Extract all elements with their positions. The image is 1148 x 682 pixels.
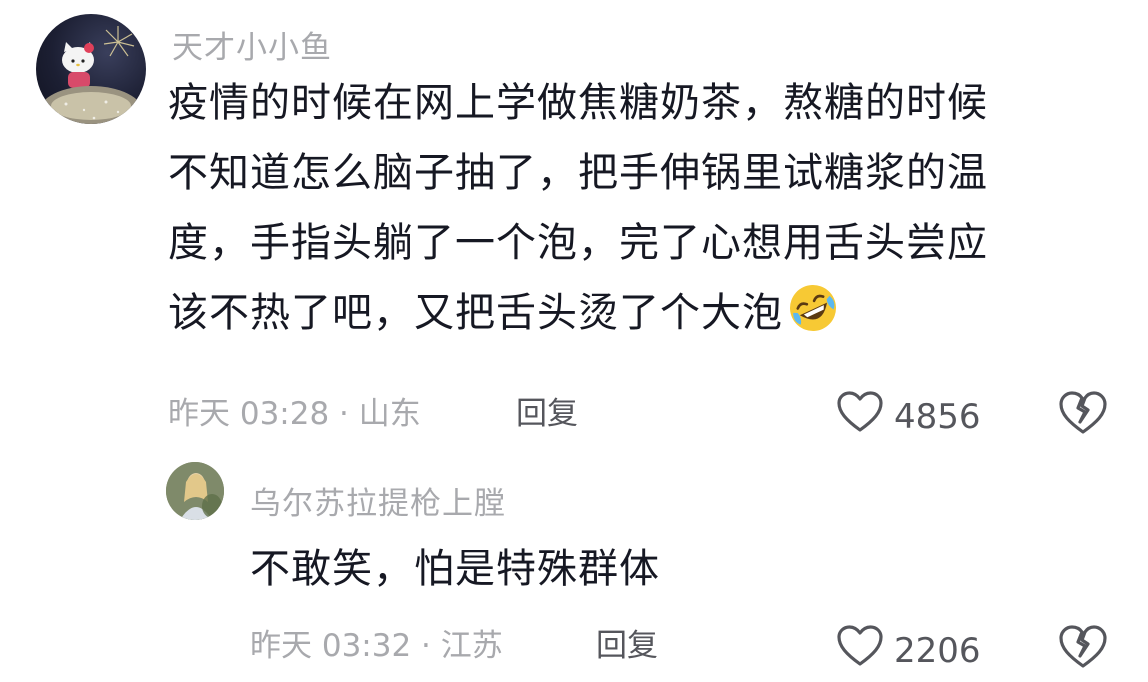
broken-heart-icon	[1058, 391, 1108, 440]
comment-line-text: 该不热了吧，又把舌头烫了个大泡	[168, 290, 783, 336]
commenter-username[interactable]: 天才小小鱼	[172, 22, 332, 67]
broken-heart-icon	[1058, 625, 1108, 674]
comment-timestamp-location: 昨天 03:28 · 山东	[168, 396, 421, 432]
comment-line: 不知道怎么脑子抽了，把手伸锅里试糖浆的温	[168, 150, 988, 196]
comment-like-button[interactable]: 4856	[836, 390, 981, 443]
like-count: 4856	[894, 396, 981, 437]
comment-line: 疫情的时候在网上学做焦糖奶茶，熬糖的时候	[168, 80, 988, 126]
reply-timestamp-location: 昨天 03:32 · 江苏	[250, 628, 503, 664]
comment-text: 疫情的时候在网上学做焦糖奶茶，熬糖的时候 不知道怎么脑子抽了，把手伸锅里试糖浆的…	[168, 68, 988, 356]
comment-thread: 天才小小鱼 疫情的时候在网上学做焦糖奶茶，熬糖的时候 不知道怎么脑子抽了，把手伸…	[0, 0, 1148, 682]
like-count: 2206	[894, 630, 981, 671]
comment-line: 该不热了吧，又把舌头烫了个大泡	[168, 278, 988, 356]
reply-reply-button[interactable]: 回复	[596, 620, 658, 665]
reply-like-button[interactable]: 2206	[836, 624, 981, 677]
heart-icon	[836, 624, 884, 677]
commenter-avatar[interactable]	[36, 14, 146, 124]
comment-reply-button[interactable]: 回复	[516, 388, 578, 433]
rolling-laughing-emoji-icon	[787, 282, 839, 356]
heart-icon	[836, 390, 884, 443]
dislike-button[interactable]	[1058, 390, 1108, 440]
reply-text: 不敢笑，怕是特殊群体	[250, 546, 660, 592]
comment-line: 度，手指头躺了一个泡，完了心想用舌头尝应	[168, 220, 988, 266]
replier-username[interactable]: 乌尔苏拉提枪上膛	[250, 478, 506, 523]
reply-dislike-button[interactable]	[1058, 624, 1108, 674]
replier-avatar[interactable]	[166, 462, 224, 520]
